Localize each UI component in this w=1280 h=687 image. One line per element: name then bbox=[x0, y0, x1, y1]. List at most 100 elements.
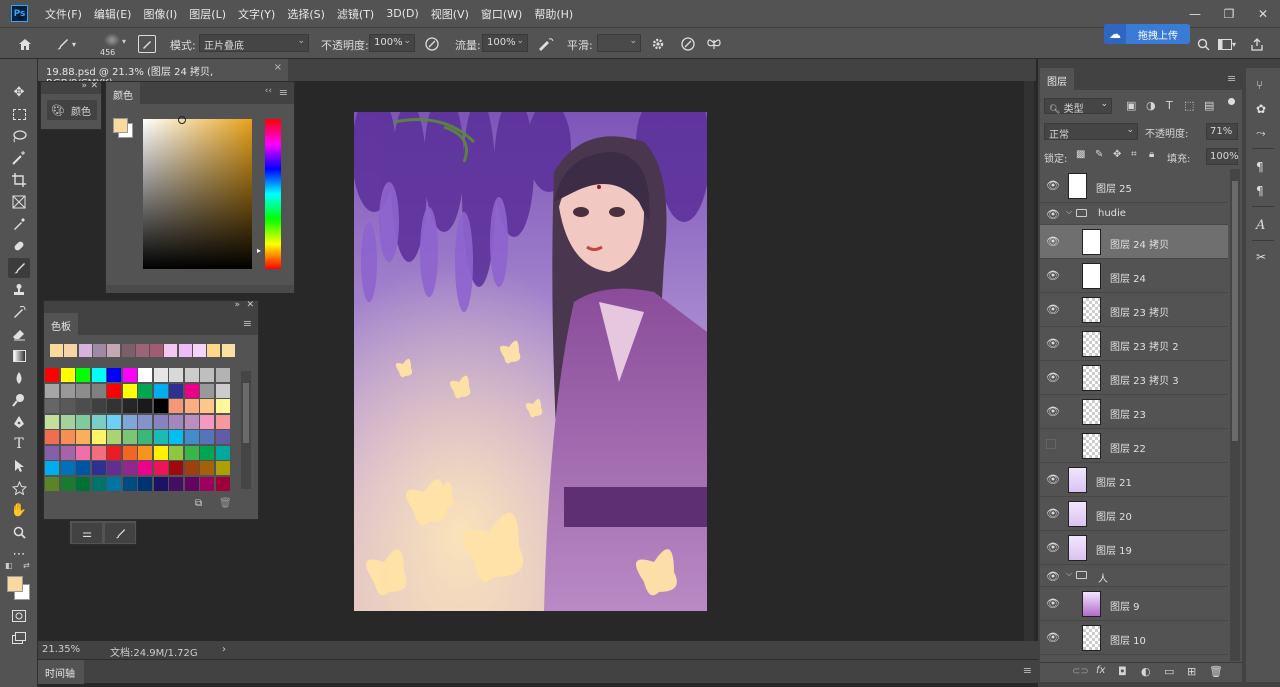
layer-row[interactable]: 👁︎ 图层 24 拷贝 bbox=[1040, 225, 1228, 259]
crop-tool-icon[interactable] bbox=[8, 170, 30, 190]
layer-row[interactable]: 👁︎ 图层 24 bbox=[1040, 259, 1228, 293]
symmetry-butterfly-icon[interactable] bbox=[705, 35, 723, 53]
color-swatch[interactable] bbox=[200, 414, 214, 429]
default-colors-icon[interactable]: ◧ bbox=[5, 561, 13, 570]
color-swatch[interactable] bbox=[169, 430, 183, 444]
mini-color-button[interactable]: 🎨︎ 颜色 bbox=[47, 100, 97, 120]
color-swatch[interactable] bbox=[107, 461, 121, 475]
screen-mode-icon[interactable] bbox=[8, 628, 30, 648]
color-swatch[interactable] bbox=[184, 368, 199, 382]
swatches-tab[interactable]: 色板 bbox=[44, 313, 78, 335]
color-swatch[interactable] bbox=[184, 445, 199, 460]
color-swatch[interactable] bbox=[200, 430, 214, 444]
collapse-icon[interactable]: » bbox=[234, 300, 240, 310]
layer-group-row[interactable]: 👁︎ ⌵ 人 bbox=[1040, 565, 1228, 587]
restore-button[interactable]: ❐ bbox=[1212, 0, 1246, 27]
adjustment-icon[interactable]: ◐ bbox=[1141, 665, 1151, 678]
color-swatch[interactable] bbox=[215, 461, 230, 475]
recent-swatch[interactable] bbox=[178, 344, 192, 357]
color-swatch[interactable] bbox=[184, 430, 199, 444]
color-swatch[interactable] bbox=[91, 445, 106, 460]
color-swatch[interactable] bbox=[169, 476, 183, 491]
new-swatch-icon[interactable]: ⧉ bbox=[195, 498, 202, 509]
color-swatch[interactable] bbox=[76, 461, 90, 475]
layer-row[interactable]: 👁︎ 图层 23 拷贝 2 bbox=[1040, 327, 1228, 361]
color-swatch[interactable] bbox=[122, 399, 137, 413]
expand-arrow-icon[interactable]: ⌵ bbox=[1066, 569, 1072, 579]
color-swatch[interactable] bbox=[60, 414, 75, 429]
menu-type[interactable]: 文字(Y) bbox=[233, 6, 280, 22]
panel-resize-grip[interactable] bbox=[106, 285, 294, 293]
color-swatch[interactable] bbox=[60, 383, 75, 398]
color-swatch[interactable] bbox=[122, 461, 137, 475]
color-swatch[interactable] bbox=[184, 461, 199, 475]
magic-wand-tool-icon[interactable] bbox=[8, 148, 30, 168]
swatches-scrollbar[interactable] bbox=[241, 371, 251, 489]
color-swatch[interactable] bbox=[107, 383, 121, 398]
color-swatch[interactable] bbox=[153, 445, 168, 460]
hue-slider-handle[interactable]: ▸ bbox=[257, 246, 261, 255]
close-document-icon[interactable]: × bbox=[274, 62, 282, 73]
color-swatch[interactable] bbox=[91, 430, 106, 444]
color-swatch[interactable] bbox=[91, 368, 106, 382]
shape-tool-icon[interactable] bbox=[8, 478, 30, 498]
color-swatch[interactable] bbox=[153, 476, 168, 491]
color-swatch[interactable] bbox=[200, 399, 214, 413]
marquee-tool-icon[interactable] bbox=[8, 104, 30, 124]
color-swatch[interactable] bbox=[76, 414, 90, 429]
recent-swatch[interactable] bbox=[107, 344, 121, 357]
status-menu-arrow[interactable]: › bbox=[222, 644, 226, 655]
mask-icon[interactable]: ◘ bbox=[1118, 665, 1127, 678]
fx-icon[interactable]: fx bbox=[1096, 665, 1105, 676]
zoom-level[interactable]: 21.35% bbox=[42, 644, 80, 655]
color-swatch[interactable] bbox=[45, 476, 59, 491]
panel-menu-icon[interactable]: ≡ bbox=[243, 317, 252, 330]
visibility-off-box[interactable] bbox=[1046, 439, 1056, 449]
color-swatch[interactable] bbox=[107, 445, 121, 460]
eye-icon[interactable]: 👁︎ bbox=[1046, 631, 1060, 644]
color-swatch[interactable] bbox=[138, 399, 152, 413]
foreground-color-swatch[interactable] bbox=[7, 576, 23, 592]
quick-mask-icon[interactable] bbox=[8, 606, 30, 626]
color-swatch[interactable] bbox=[107, 368, 121, 382]
layer-row[interactable]: 👁︎ 图层 19 bbox=[1040, 531, 1228, 565]
color-swatch[interactable] bbox=[215, 399, 230, 413]
color-swatch[interactable] bbox=[200, 383, 214, 398]
collapse-icon[interactable]: ‹‹ bbox=[265, 86, 272, 96]
color-swatch[interactable] bbox=[138, 368, 152, 382]
color-swatch[interactable] bbox=[45, 461, 59, 475]
color-swatch[interactable] bbox=[76, 430, 90, 444]
paths-icon[interactable]: ⤳ bbox=[1256, 126, 1266, 141]
color-swatch[interactable] bbox=[215, 476, 230, 491]
color-swatch[interactable] bbox=[60, 461, 75, 475]
link-icon[interactable]: ⊂⊃ bbox=[1072, 666, 1089, 677]
recent-swatch[interactable] bbox=[207, 344, 221, 357]
lock-transparent-icon[interactable]: ▩ bbox=[1076, 149, 1085, 160]
swap-colors-icon[interactable]: ⇄ bbox=[23, 561, 30, 570]
color-swatch[interactable] bbox=[122, 476, 137, 491]
color-swatch[interactable] bbox=[215, 383, 230, 398]
eye-icon[interactable]: 👁︎ bbox=[1046, 208, 1060, 221]
gradient-tool-icon[interactable] bbox=[8, 346, 30, 366]
color-swatch[interactable] bbox=[169, 368, 183, 382]
drag-upload-button[interactable]: ☁ 拖拽上传 bbox=[1104, 24, 1190, 44]
brush-size-picker[interactable]: 456 ▾ bbox=[96, 31, 130, 59]
expand-arrow-icon[interactable]: ⌵ bbox=[1066, 207, 1072, 217]
eyedropper-tool-icon[interactable] bbox=[8, 214, 30, 234]
color-swatch[interactable] bbox=[200, 445, 214, 460]
color-swatch[interactable] bbox=[60, 445, 75, 460]
layer-group-row[interactable]: 👁︎ ⌵ hudie bbox=[1040, 203, 1228, 225]
timeline-tab[interactable]: 时间轴 bbox=[38, 660, 84, 684]
new-layer-icon[interactable]: ⊞ bbox=[1187, 665, 1196, 678]
eye-icon[interactable]: 👁︎ bbox=[1046, 235, 1060, 248]
airbrush-icon[interactable] bbox=[536, 35, 556, 53]
color-swatch[interactable] bbox=[169, 414, 183, 429]
color-swatch[interactable] bbox=[45, 430, 59, 444]
filter-adjustment-icon[interactable]: ◑ bbox=[1146, 99, 1156, 112]
lock-all-icon[interactable]: 🔒︎ bbox=[1149, 149, 1154, 160]
hue-slider[interactable] bbox=[265, 119, 281, 269]
tool-presets-icon[interactable]: ✂ bbox=[1256, 250, 1266, 264]
recent-swatch[interactable] bbox=[78, 344, 92, 357]
zoom-tool-icon[interactable] bbox=[8, 522, 30, 542]
color-swatch[interactable] bbox=[76, 445, 90, 460]
